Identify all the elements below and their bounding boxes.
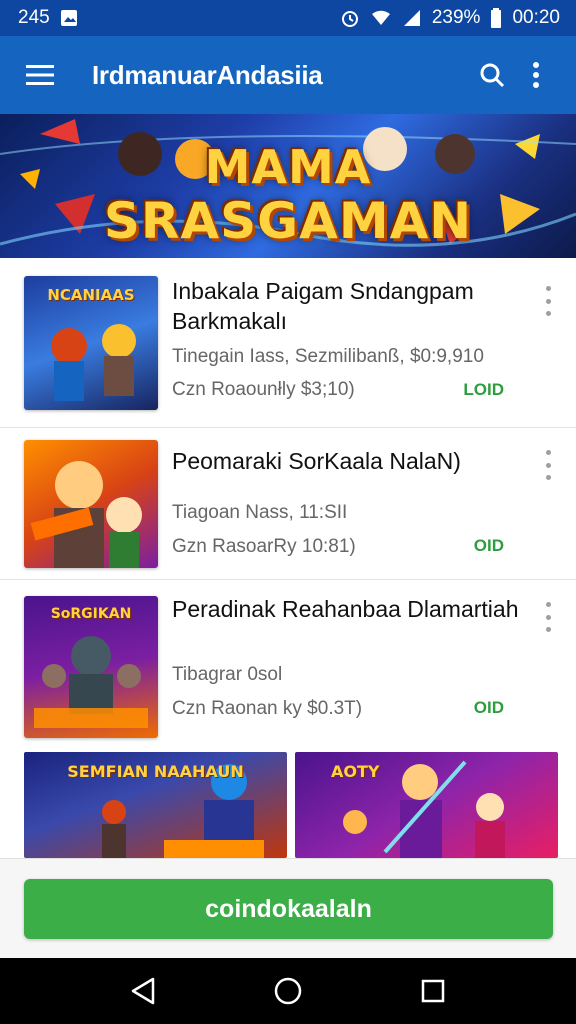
item-meta-line2: Gzn RasoarRy 10:81) [172, 536, 356, 557]
system-nav-bar [0, 958, 576, 1024]
status-badge: OID [473, 536, 504, 555]
more-options-icon[interactable] [514, 53, 558, 97]
featured-card[interactable]: SEMFIAN NAAHAUN [24, 752, 287, 858]
battery-percent: 239% [431, 7, 481, 28]
app-title: IrdmanuarAndasiia [92, 59, 323, 90]
gallery-notification-icon [60, 9, 78, 27]
recents-icon[interactable] [409, 967, 457, 1015]
featured-card[interactable]: AOTY [295, 752, 558, 858]
item-meta-line2: Czn Raonan ky $0.3T) [172, 698, 363, 719]
game-thumbnail[interactable]: SoRGIKAN [24, 596, 158, 738]
item-meta-line2: Czn Roaounłly $3;10) [172, 379, 355, 400]
game-thumbnail[interactable] [24, 440, 158, 568]
item-meta-line1: Tibagrar 0sol [172, 664, 283, 685]
primary-action-button[interactable]: coindokaalaln [24, 879, 553, 939]
status-time-right: 00:20 [512, 7, 560, 28]
featured-card-title: AOTY [331, 762, 380, 781]
item-meta-line1: Tiagoan Nass, 11:SII [172, 502, 348, 523]
status-badge: LOID [463, 380, 504, 399]
list-item[interactable]: NCANIAAS Inbakala Paigam Sndangpam Barkm… [0, 258, 576, 428]
item-title[interactable]: Peradinak Reahanbaa Dlamartiah [172, 594, 532, 624]
list-item[interactable]: SoRGIKAN Peradinak Reahanbaa Dlamartiah … [0, 580, 576, 752]
bottom-action-area: coindokaalaln [0, 858, 576, 958]
game-thumbnail[interactable]: NCANIAAS [24, 276, 158, 410]
item-overflow-icon[interactable] [540, 286, 556, 316]
thumbnail-art [30, 461, 142, 568]
status-time-left: 245 [18, 7, 50, 28]
list-item[interactable]: Peomaraki SorKaala NalaN) Tiagoan Nass, … [0, 428, 576, 580]
wifi-icon [370, 9, 392, 27]
battery-icon [490, 8, 502, 28]
game-list: NCANIAAS Inbakala Paigam Sndangpam Barkm… [0, 258, 576, 752]
banner-title-line1: MAMA [204, 140, 372, 194]
search-icon[interactable] [470, 53, 514, 97]
item-overflow-icon[interactable] [540, 450, 556, 480]
item-title[interactable]: Peomaraki SorKaala NalaN) [172, 446, 532, 476]
featured-card-title: SEMFIAN NAAHAUN [67, 762, 244, 781]
banner-title-line2: SRASGAMAN [103, 192, 473, 250]
alarm-icon [340, 8, 360, 28]
menu-icon[interactable] [18, 53, 62, 97]
signal-icon [402, 9, 422, 27]
item-overflow-icon[interactable] [540, 602, 556, 632]
promo-banner[interactable]: MAMA SRASGAMAN [0, 114, 576, 258]
back-icon[interactable] [119, 967, 167, 1015]
item-title[interactable]: Inbakala Paigam Sndangpam Barkmakalı [172, 276, 532, 336]
status-badge: OID [473, 698, 504, 717]
status-bar: 245 239% 00:20 [0, 0, 576, 36]
thumbnail-title: SoRGIKAN [50, 606, 132, 622]
item-meta-line1: Tinegain Iass, Sezmilibanß, $0:9,910 [172, 346, 484, 367]
featured-grid: SEMFIAN NAAHAUN AOTY [24, 752, 558, 858]
thumbnail-title: NCANIAAS [47, 286, 135, 304]
app-bar: IrdmanuarAndasiia [0, 36, 576, 114]
home-icon[interactable] [264, 967, 312, 1015]
